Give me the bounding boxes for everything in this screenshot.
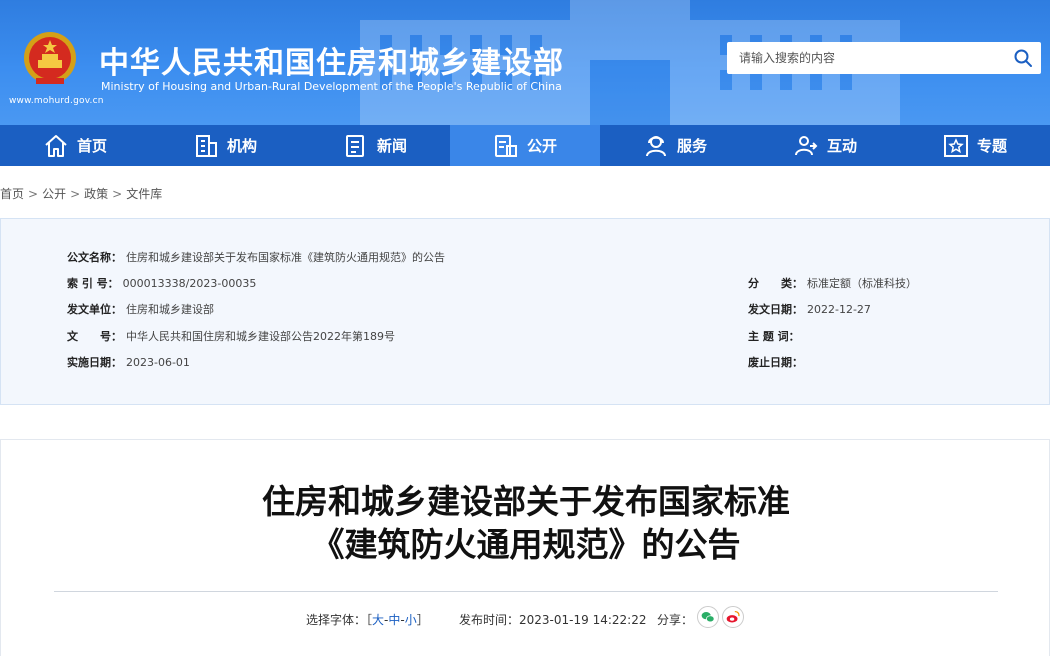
meta-value: 2022-12-27 [807,303,871,316]
document-meta-box: 公文名称： 住房和城乡建设部关于发布国家标准《建筑防火通用规范》的公告 索 引 号… [0,218,1050,405]
meta-label: 公文名称： [67,251,122,264]
nav-label: 专题 [976,137,1007,155]
meta-label: 主 题 词： [748,330,800,343]
main-nav: 首页 机构 新闻 公开 服务 互动 专题 [0,125,1050,166]
national-emblem-icon [24,32,76,84]
site-subtitle: Ministry of Housing and Urban-Rural Deve… [101,80,562,93]
interaction-icon [794,135,818,155]
meta-label: 文 号： [67,330,122,343]
meta-value: 住房和城乡建设部 [126,303,214,316]
breadcrumb-separator: > [70,187,81,201]
article-title-line-1: 住房和城乡建设部关于发布国家标准 [262,482,790,521]
site-title: 中华人民共和国住房和城乡建设部 [99,46,564,81]
nav-label: 互动 [826,137,857,155]
nav-item-home[interactable]: 首页 [0,125,150,166]
meta-label: 索 引 号： [67,277,119,290]
article-title: 住房和城乡建设部关于发布国家标准 《建筑防火通用规范》的公告 [1,480,1050,566]
meta-label: 废止日期： [748,356,803,369]
nav-label: 首页 [76,137,107,155]
meta-value: 2023-06-01 [126,356,190,369]
breadcrumb-policy[interactable]: 政策 [84,187,108,201]
meta-value: 标准定额（标准科技） [807,277,917,290]
meta-label: 发文单位： [67,303,122,316]
article-title-line-2: 《建筑防火通用规范》的公告 [311,525,741,564]
site-url: www.mohurd.gov.cn [9,96,104,106]
meta-category: 分 类： 标准定额（标准科技） [748,275,917,291]
meta-value: 000013338/2023-00035 [122,277,257,290]
meta-effective-date: 实施日期： 2023-06-01 [67,354,190,370]
nav-item-organization[interactable]: 机构 [150,125,300,166]
weibo-share-icon[interactable] [722,606,744,628]
search-box [727,42,1041,74]
nav-item-public[interactable]: 公开 [450,125,600,166]
font-medium-option[interactable]: 中 [388,613,400,627]
meta-doc-name: 公文名称： 住房和城乡建设部关于发布国家标准《建筑防火通用规范》的公告 [67,249,445,265]
title-divider [54,591,998,592]
building-icon [195,134,217,157]
breadcrumb-public[interactable]: 公开 [42,187,66,201]
meta-issue-date: 发文日期： 2022-12-27 [748,301,871,317]
nav-item-service[interactable]: 服务 [600,125,750,166]
meta-label: 发文日期： [748,303,803,316]
publish-time: 发布时间：2023-01-19 14:22:22 [459,611,646,628]
search-icon[interactable] [1013,48,1033,68]
home-icon [45,134,67,157]
share-label: 分享： [657,613,694,627]
breadcrumb: 首页 > 公开 > 政策 > 文件库 [0,185,162,202]
publish-time-value: 2023-01-19 14:22:22 [519,613,647,627]
breadcrumb-library[interactable]: 文件库 [126,187,162,201]
nav-item-news[interactable]: 新闻 [300,125,450,166]
article-info-bar: 选择字体：［大-中-小］ 发布时间：2023-01-19 14:22:22 分享… [1,605,1050,633]
nav-label: 机构 [226,137,257,155]
meta-issuer: 发文单位： 住房和城乡建设部 [67,301,214,317]
meta-value: 住房和城乡建设部关于发布国家标准《建筑防火通用规范》的公告 [126,251,445,264]
wechat-share-icon[interactable] [697,606,719,628]
breadcrumb-home[interactable]: 首页 [0,187,24,201]
nav-item-interaction[interactable]: 互动 [750,125,900,166]
nav-label: 服务 [676,137,707,155]
meta-subject: 主 题 词： [748,328,804,344]
star-icon [943,134,968,157]
meta-label: 实施日期： [67,356,122,369]
news-icon [345,134,364,157]
font-size-label: 选择字体： [306,613,367,627]
service-icon [645,135,666,156]
font-size-selector: 选择字体：［大-中-小］ [306,611,429,628]
nav-label: 新闻 [376,137,407,155]
search-input[interactable] [739,49,999,67]
font-small-option[interactable]: 小 [405,613,417,627]
font-bracket-close: ］ [416,613,429,627]
meta-label: 分 类： [748,277,803,290]
meta-value: 中华人民共和国住房和城乡建设部公告2022年第189号 [126,330,395,343]
breadcrumb-separator: > [112,187,123,201]
breadcrumb-separator: > [28,187,39,201]
meta-repeal-date: 废止日期： [748,354,807,370]
nav-label: 公开 [526,137,557,155]
document-icon [494,134,517,157]
font-large-option[interactable]: 大 [372,613,384,627]
article-panel: 住房和城乡建设部关于发布国家标准 《建筑防火通用规范》的公告 选择字体：［大-中… [0,439,1050,656]
site-header: www.mohurd.gov.cn 中华人民共和国住房和城乡建设部 Minist… [0,0,1050,125]
meta-doc-number: 文 号： 中华人民共和国住房和城乡建设部公告2022年第189号 [67,328,395,344]
meta-index: 索 引 号： 000013338/2023-00035 [67,275,256,291]
publish-time-label: 发布时间： [459,613,520,627]
nav-item-topics[interactable]: 专题 [900,125,1050,166]
